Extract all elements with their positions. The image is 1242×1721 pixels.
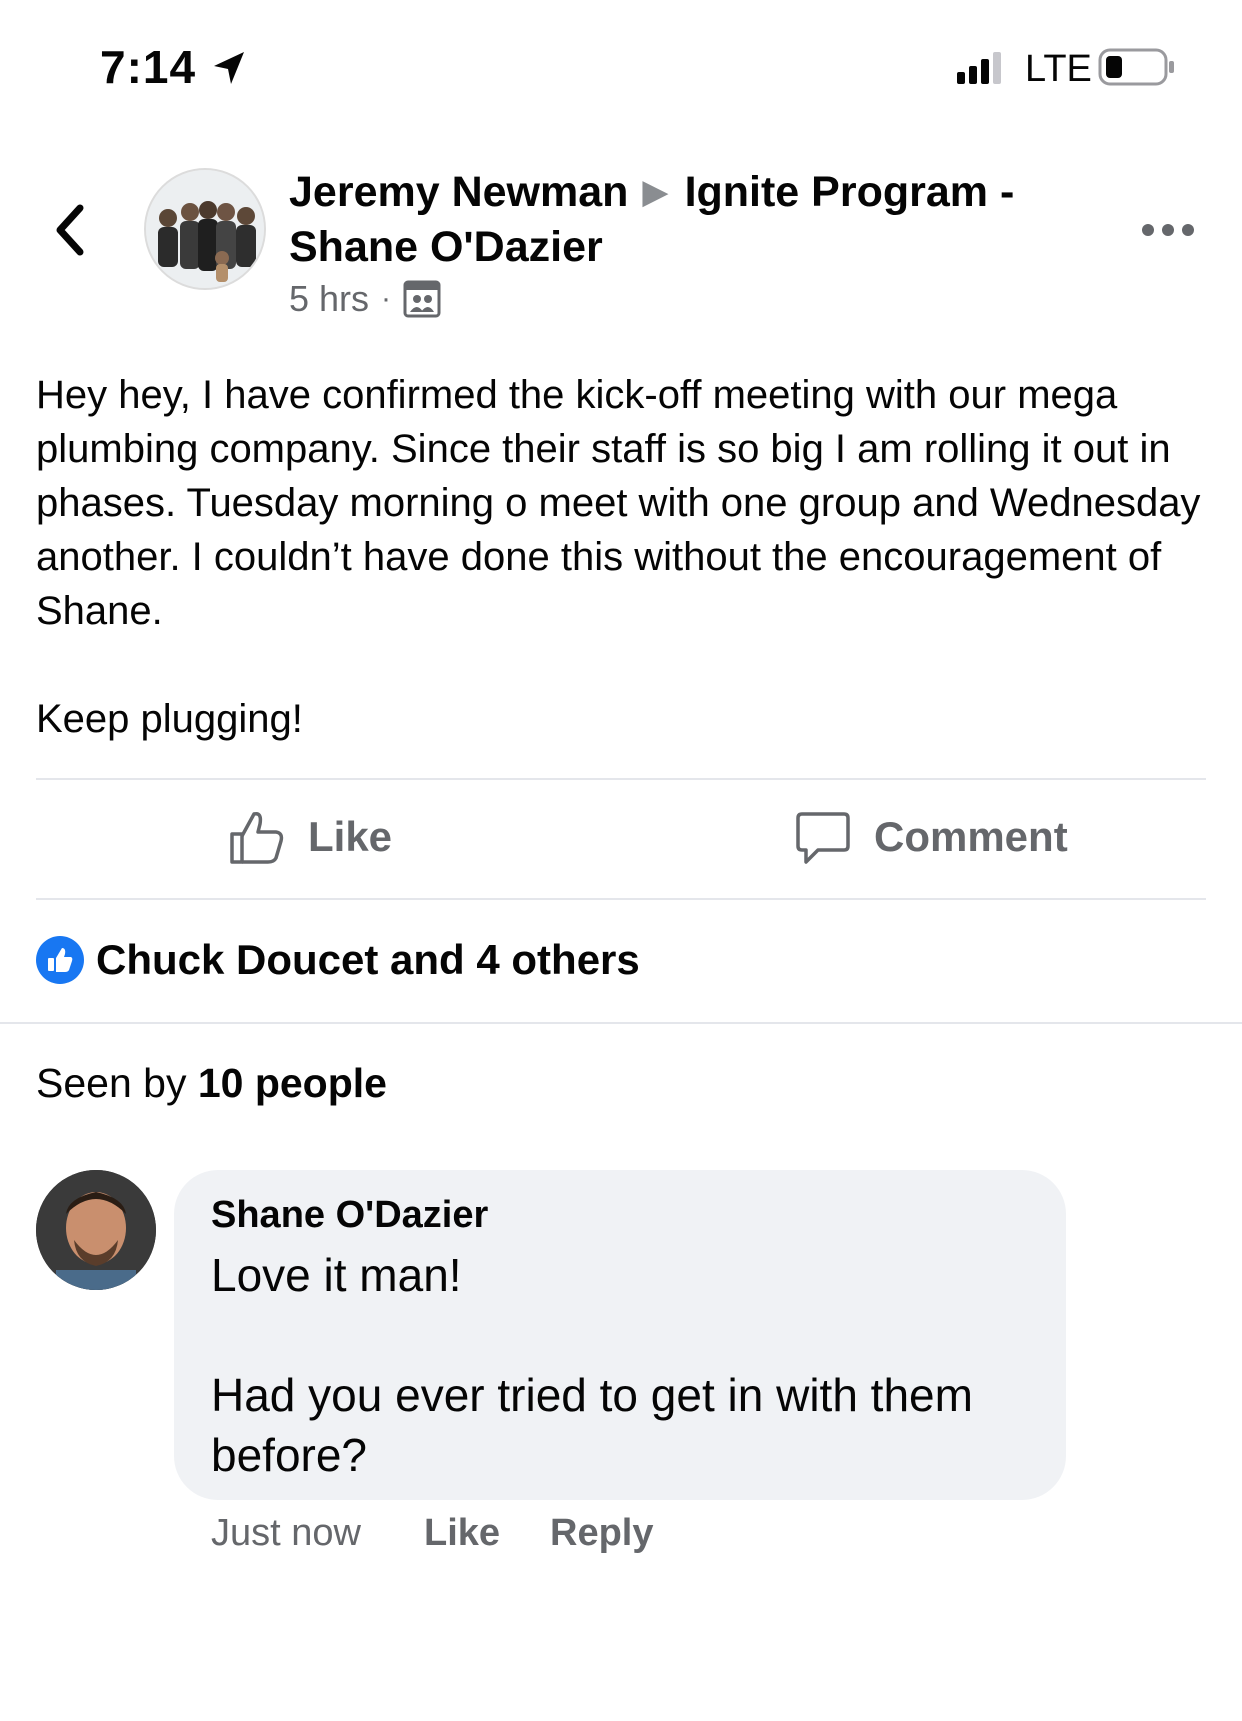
seen-count: 10 people (197, 1060, 387, 1106)
location-arrow-icon (214, 52, 244, 84)
comment-text-line1: Love it man! (211, 1249, 462, 1301)
group-name-line1[interactable]: Ignite Program - (685, 168, 1015, 216)
group-photo (146, 170, 264, 288)
comment-button[interactable]: Comment (794, 808, 1068, 866)
like-reaction-icon (36, 936, 84, 984)
commenter-photo (36, 1170, 156, 1290)
post-text: Hey hey, I have confirmed the kick-off m… (36, 373, 1201, 633)
divider (0, 1022, 1242, 1024)
meta-separator: · (381, 282, 392, 315)
comment-timestamp: Just now (211, 1512, 361, 1554)
more-options-icon[interactable] (1140, 210, 1196, 250)
post-body: Hey hey, I have confirmed the kick-off m… (36, 368, 1216, 638)
comment-label: Comment (874, 813, 1068, 860)
group-name-line2[interactable]: Shane O'Dazier (289, 223, 603, 271)
status-time: 7:14 (100, 41, 197, 93)
carrier-label: LTE (1025, 48, 1092, 90)
like-label: Like (308, 813, 393, 860)
comment-reply-button[interactable]: Reply (550, 1512, 653, 1555)
post-closing: Keep plugging! (36, 697, 303, 741)
commenter-avatar[interactable] (36, 1170, 156, 1290)
post-timestamp[interactable]: 5 hrs (289, 278, 369, 320)
author-name[interactable]: Jeremy Newman (289, 168, 628, 216)
reactions-text: Chuck Doucet and 4 others (96, 936, 640, 983)
seen-prefix: Seen by (36, 1060, 198, 1106)
back-button[interactable] (48, 200, 92, 260)
comment-like-button[interactable]: Like (424, 1512, 500, 1555)
triangle-right-icon: ▶ (642, 173, 669, 211)
comment-text-line2: Had you ever tried to get in with them b… (211, 1369, 973, 1481)
battery-icon (1098, 48, 1174, 86)
post-header-title: Jeremy Newman ▶ Ignite Program - Shane O'D… (289, 166, 1089, 273)
comment-icon (796, 812, 850, 864)
seen-by[interactable]: Seen by 10 people (36, 1060, 387, 1107)
signal-icon (957, 52, 1001, 84)
reactions-summary[interactable]: Chuck Doucet and 4 others (36, 936, 640, 984)
group-members-icon (403, 280, 441, 318)
post-meta: 5 hrs · (289, 278, 441, 320)
like-button[interactable]: Like (228, 808, 392, 866)
comment-author[interactable]: Shane O'Dazier (211, 1194, 488, 1237)
group-avatar[interactable] (144, 168, 266, 290)
divider (36, 898, 1206, 900)
divider (36, 778, 1206, 780)
thumbs-up-icon (230, 811, 284, 864)
